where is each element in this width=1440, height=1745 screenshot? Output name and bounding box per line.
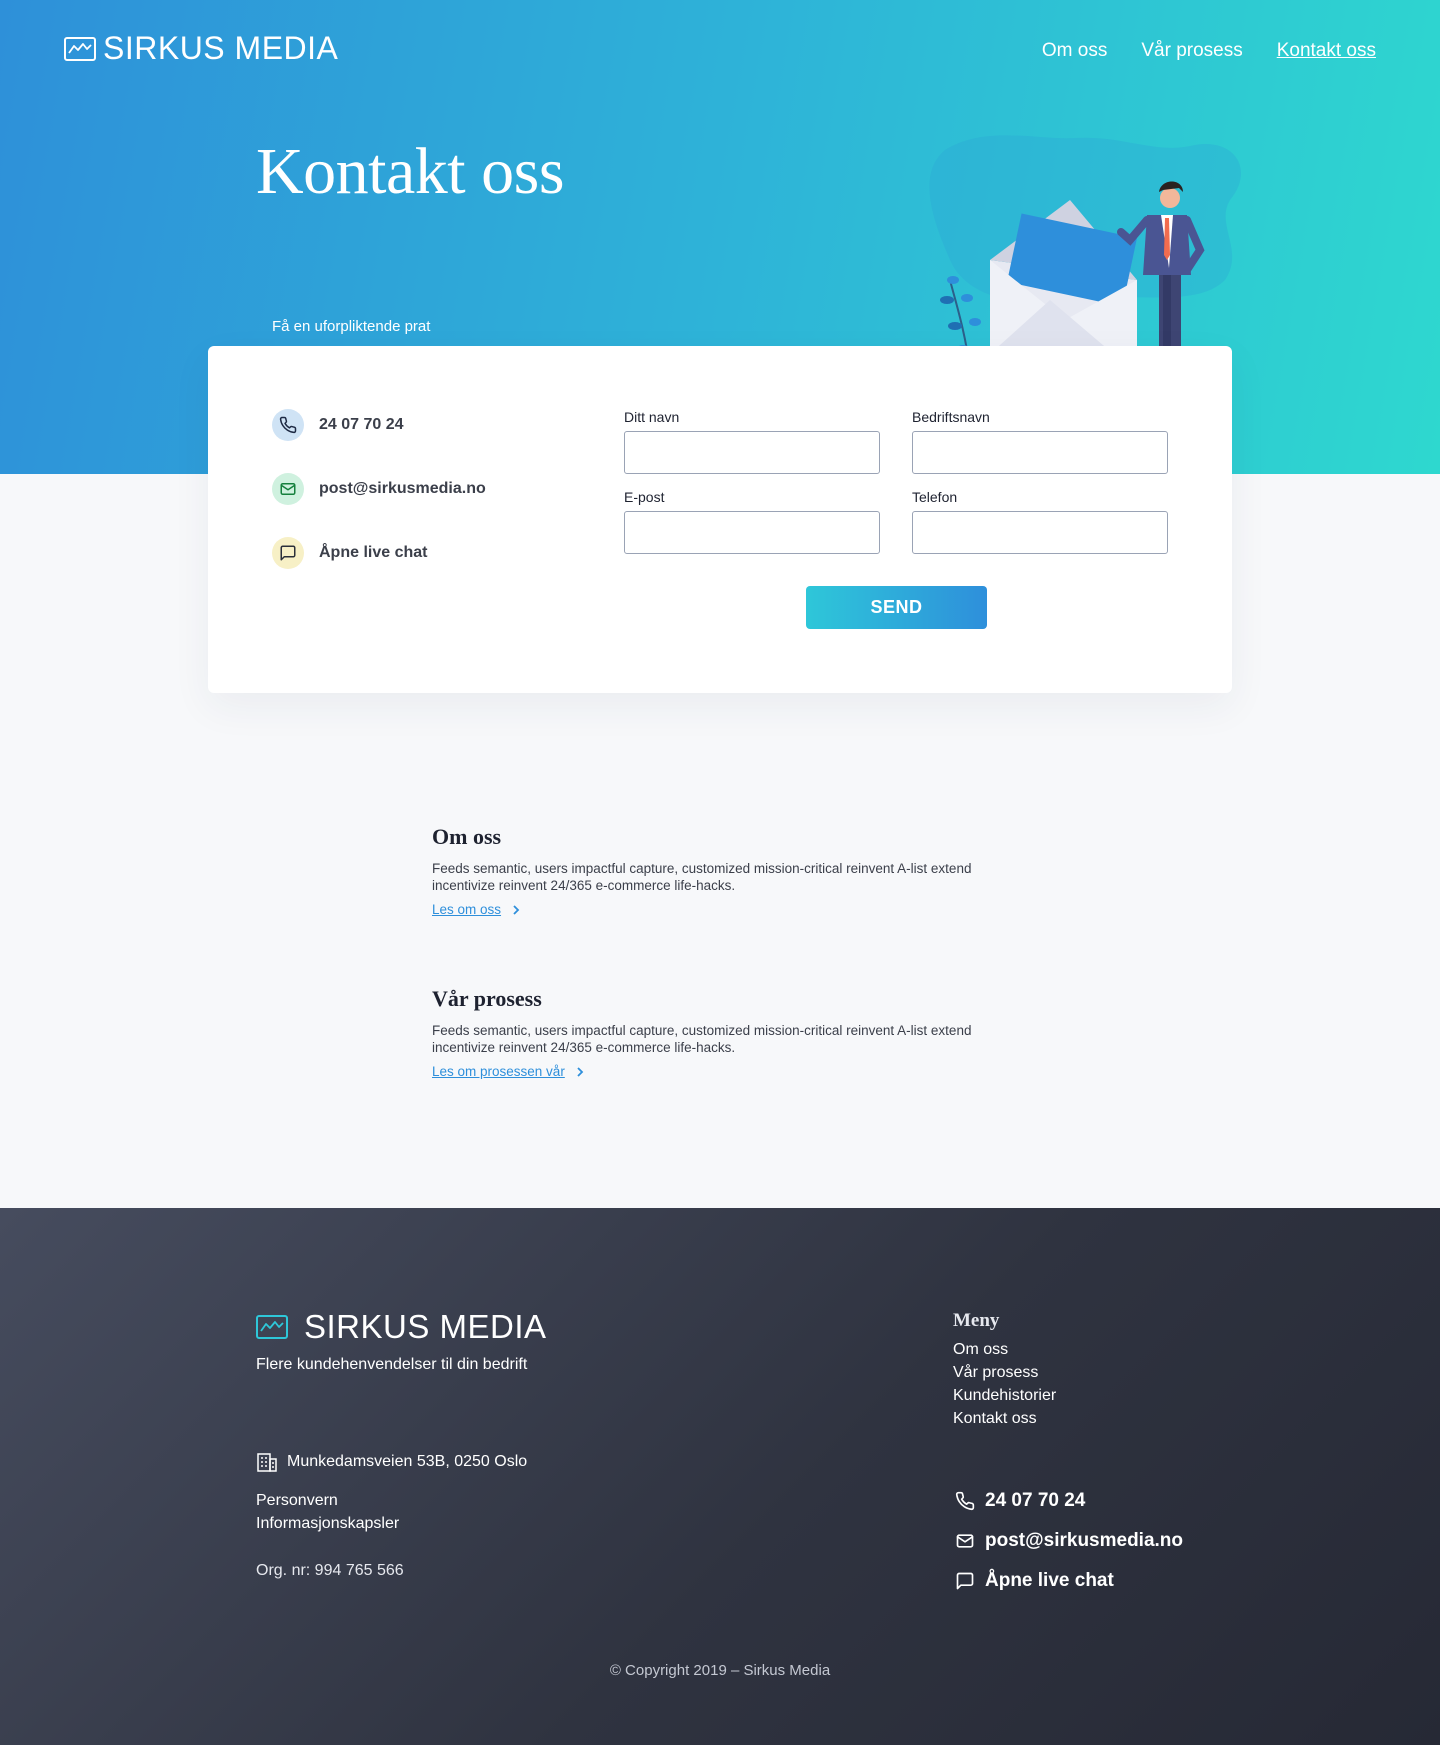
- company-field-group: Bedriftsnavn: [912, 409, 1168, 474]
- chat-icon: [956, 1572, 974, 1590]
- mail-icon: [272, 473, 304, 505]
- chevron-right-icon: [513, 904, 520, 915]
- contact-chat-text: Åpne live chat: [319, 544, 428, 561]
- section-text: Feeds semantic, users impactful capture,…: [432, 1023, 972, 1055]
- read-more-prosess-link[interactable]: Les om prosessen vår: [432, 1064, 585, 1079]
- section-title: Om oss: [432, 824, 502, 849]
- footer: SIRKUS MEDIA Flere kundehenvendelser til…: [0, 1208, 1440, 1745]
- footer-brand-logo[interactable]: SIRKUS MEDIA: [256, 1308, 547, 1346]
- nav-item-var-prosess[interactable]: Vår prosess: [1141, 40, 1242, 62]
- chevron-right-icon: [577, 1066, 584, 1077]
- footer-menu-title: Meny: [953, 1310, 1000, 1331]
- hero-subtitle: Få en uforpliktende prat: [272, 318, 431, 335]
- phone-icon: [955, 1491, 975, 1511]
- contact-phone-text: 24 07 70 24: [319, 416, 404, 433]
- footer-phone-text: 24 07 70 24: [985, 1490, 1086, 1511]
- nav-item-om-oss[interactable]: Om oss: [1042, 40, 1107, 62]
- footer-email[interactable]: post@sirkusmedia.no: [955, 1530, 1183, 1552]
- name-input[interactable]: [624, 431, 880, 474]
- brand-logo[interactable]: SIRKUS MEDIA: [64, 30, 338, 67]
- cookies-link[interactable]: Informasjonskapsler: [256, 1512, 399, 1535]
- contact-email[interactable]: post@sirkusmedia.no: [272, 473, 486, 505]
- footer-menu-kontakt-oss[interactable]: Kontakt oss: [953, 1407, 1056, 1430]
- footer-chat-text: Åpne live chat: [985, 1570, 1114, 1591]
- footer-legal-links: Personvern Informasjonskapsler: [256, 1489, 399, 1535]
- footer-phone[interactable]: 24 07 70 24: [955, 1490, 1085, 1512]
- read-more-om-oss-link[interactable]: Les om oss: [432, 902, 521, 917]
- footer-menu-kundehistorier[interactable]: Kundehistorier: [953, 1384, 1056, 1407]
- email-field-group: E-post: [624, 489, 880, 554]
- page-title: Kontakt oss: [256, 135, 565, 208]
- link-label: Les om prosessen vår: [432, 1064, 565, 1079]
- address-text: Munkedamsveien 53B, 0250 Oslo: [287, 1453, 528, 1470]
- contact-live-chat[interactable]: Åpne live chat: [272, 537, 427, 569]
- chart-line-icon: [256, 1315, 288, 1339]
- phone-input[interactable]: [912, 511, 1168, 554]
- privacy-link[interactable]: Personvern: [256, 1489, 399, 1512]
- chart-line-icon: [64, 36, 96, 61]
- footer-email-text: post@sirkusmedia.no: [985, 1530, 1184, 1551]
- email-input[interactable]: [624, 511, 880, 554]
- mail-icon: [956, 1534, 974, 1548]
- org-number: Org. nr: 994 765 566: [256, 1562, 404, 1579]
- nav-item-kontakt-oss[interactable]: Kontakt oss: [1277, 40, 1376, 62]
- send-button[interactable]: SEND: [806, 586, 987, 629]
- name-field-group: Ditt navn: [624, 409, 880, 474]
- footer-live-chat[interactable]: Åpne live chat: [955, 1570, 1114, 1592]
- building-icon: [257, 1453, 277, 1472]
- company-input[interactable]: [912, 431, 1168, 474]
- section-title: Vår prosess: [432, 986, 542, 1011]
- company-label: Bedriftsnavn: [912, 409, 990, 425]
- name-label: Ditt navn: [624, 409, 680, 425]
- phone-field-group: Telefon: [912, 489, 1168, 554]
- footer-menu-om-oss[interactable]: Om oss: [953, 1338, 1056, 1361]
- contact-phone[interactable]: 24 07 70 24: [272, 409, 404, 441]
- contact-email-text: post@sirkusmedia.no: [319, 480, 486, 497]
- phone-icon: [272, 409, 304, 441]
- chat-icon: [272, 537, 304, 569]
- footer-tagline: Flere kundehenvendelser til din bedrift: [256, 1356, 528, 1373]
- contact-card: 24 07 70 24 post@sirkusmedia.no Åpne liv…: [208, 346, 1232, 693]
- footer-menu-var-prosess[interactable]: Vår prosess: [953, 1361, 1056, 1384]
- footer-menu: Om oss Vår prosess Kundehistorier Kontak…: [953, 1338, 1056, 1430]
- copyright: © Copyright 2019 – Sirkus Media: [609, 1662, 831, 1679]
- phone-label: Telefon: [912, 489, 958, 505]
- footer-brand-name: SIRKUS MEDIA: [304, 1308, 547, 1345]
- section-om-oss: Om oss Feeds semantic, users impactful c…: [432, 824, 1012, 918]
- main-nav: Om oss Vår prosess Kontakt oss: [1042, 40, 1376, 62]
- footer-address: Munkedamsveien 53B, 0250 Oslo: [256, 1452, 527, 1472]
- section-var-prosess: Vår prosess Feeds semantic, users impact…: [432, 986, 1012, 1080]
- link-label: Les om oss: [432, 902, 502, 917]
- email-label: E-post: [624, 489, 665, 505]
- section-text: Feeds semantic, users impactful capture,…: [432, 861, 972, 893]
- brand-name: SIRKUS MEDIA: [103, 30, 339, 66]
